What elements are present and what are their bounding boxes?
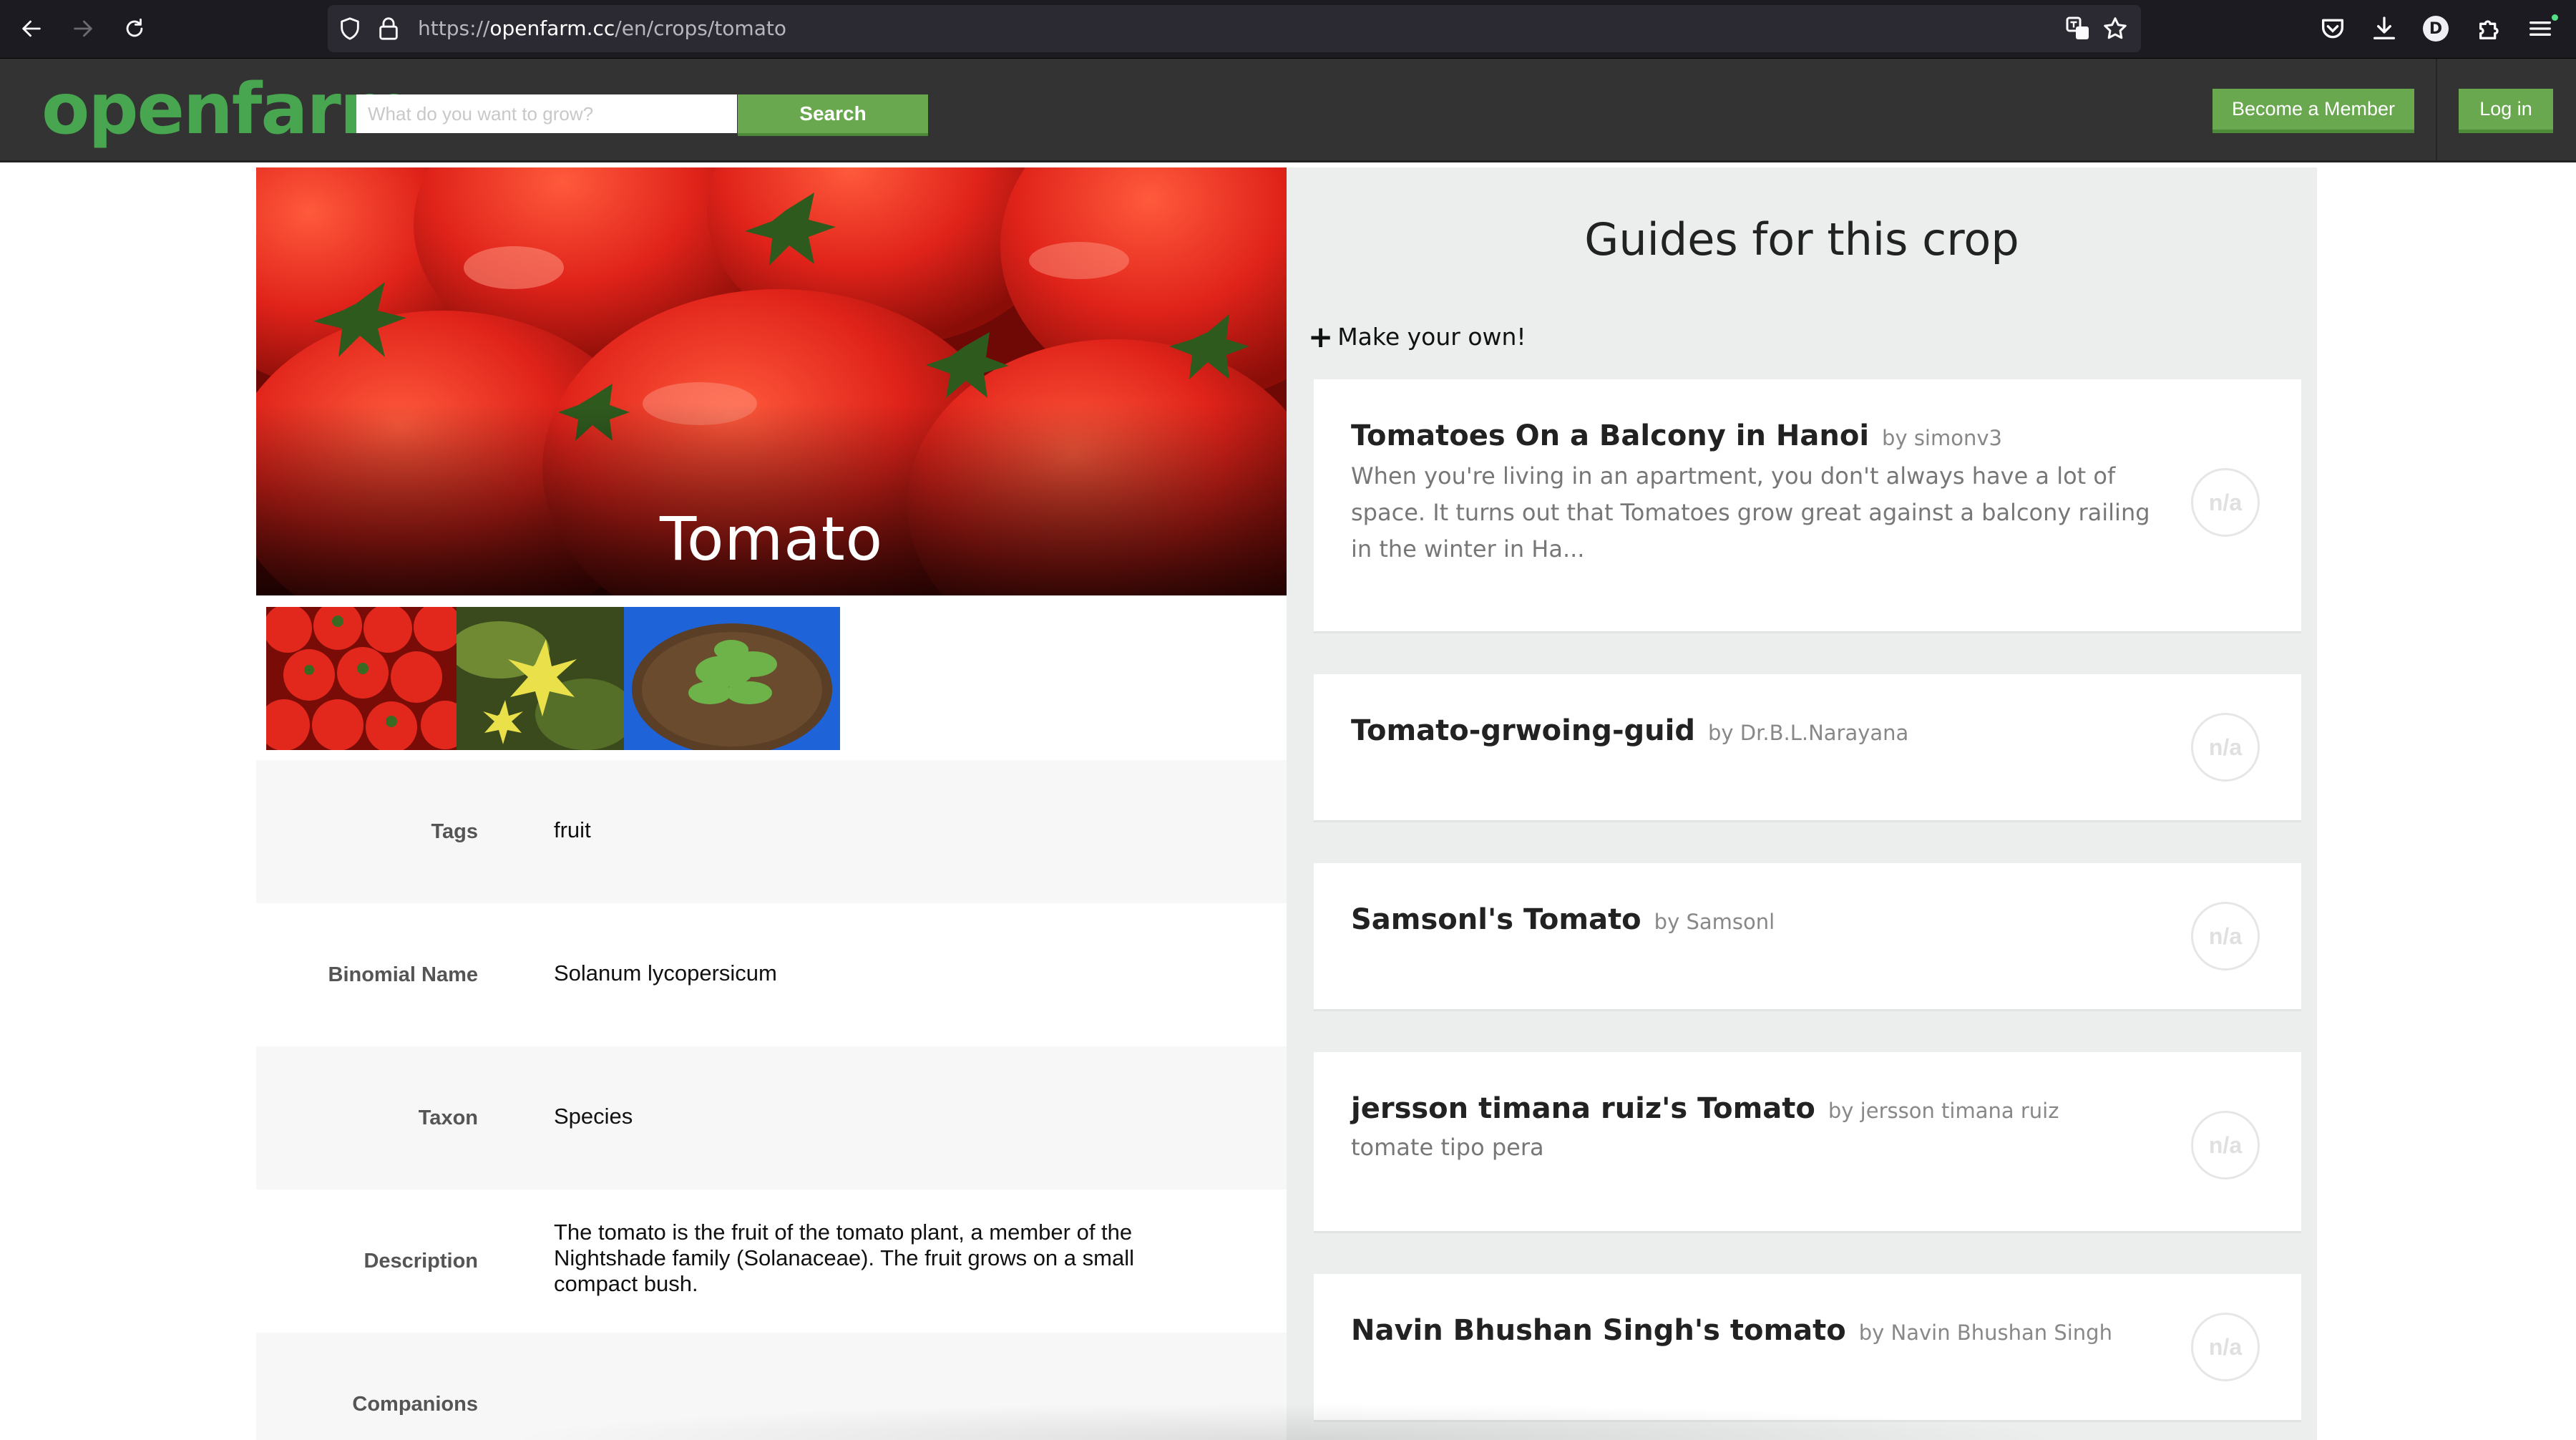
guide-author: by Samsonl bbox=[1654, 910, 1775, 934]
guide-score-badge: n/a bbox=[2191, 1111, 2260, 1179]
app-menu-button[interactable] bbox=[2526, 14, 2555, 43]
browser-toolbar: https://openfarm.cc/en/crops/tomato D bbox=[0, 0, 2576, 59]
guide-card[interactable]: Navin Bhushan Singh's tomato by Navin Bhu… bbox=[1314, 1274, 2301, 1422]
taxon-label: Taxon bbox=[418, 1106, 478, 1129]
tomatoes-thumbnail-photo bbox=[266, 607, 457, 750]
update-indicator bbox=[2552, 14, 2558, 21]
back-button[interactable] bbox=[16, 13, 47, 44]
guide-title-row[interactable]: Navin Bhushan Singh's tomato by Navin Bhu… bbox=[1351, 1314, 2112, 1347]
search-button[interactable]: Search bbox=[738, 94, 928, 136]
url-path: /en/crops/tomato bbox=[615, 16, 786, 40]
guide-title[interactable]: jersson timana ruiz's Tomato bbox=[1351, 1092, 1815, 1125]
description-value: The tomato is the fruit of the tomato pl… bbox=[554, 1220, 1134, 1296]
crop-hero-image: Tomato bbox=[256, 167, 1287, 595]
guide-card[interactable]: Tomato-grwoing-guid by Dr.B.L.Narayana n/… bbox=[1314, 674, 2301, 822]
reload-button[interactable] bbox=[119, 13, 150, 44]
downloads-button[interactable] bbox=[2370, 14, 2399, 43]
description-label: Description bbox=[364, 1250, 478, 1273]
guide-author: by Navin Bhushan Singh bbox=[1858, 1320, 2112, 1345]
header-divider bbox=[2436, 59, 2437, 160]
guide-card[interactable]: Tomatoes On a Balcony in Hanoi by simonv3… bbox=[1314, 379, 2301, 633]
guide-score-badge: n/a bbox=[2191, 468, 2260, 537]
guide-title-row[interactable]: Tomatoes On a Balcony in Hanoi by simonv3 bbox=[1351, 419, 2002, 452]
guide-title[interactable]: Tomato-grwoing-guid bbox=[1351, 714, 1695, 747]
guide-title-row[interactable]: Tomato-grwoing-guid by Dr.B.L.Narayana bbox=[1351, 714, 1908, 747]
description-row: Description The tomato is the fruit of t… bbox=[256, 1190, 1287, 1333]
lock-icon[interactable] bbox=[378, 16, 399, 41]
tags-row: Tags fruit bbox=[256, 760, 1287, 903]
thumbnail-seedling[interactable] bbox=[624, 607, 840, 750]
plus-icon: + bbox=[1308, 319, 1334, 354]
crop-name-title: Tomato bbox=[659, 504, 884, 574]
guides-panel: Guides for this crop + Make your own! Tom… bbox=[1287, 167, 2317, 1440]
guide-card[interactable]: jersson timana ruiz's Tomato by jersson t… bbox=[1314, 1052, 2301, 1233]
guide-author: by jersson timana ruiz bbox=[1828, 1099, 2059, 1123]
reload-icon bbox=[126, 18, 143, 37]
guide-title[interactable]: Navin Bhushan Singh's tomato bbox=[1351, 1314, 1846, 1347]
binomial-name-row: Binomial Name Solanum lycopersicum bbox=[256, 903, 1287, 1046]
back-arrow-icon bbox=[22, 20, 41, 37]
guide-score-badge: n/a bbox=[2191, 713, 2260, 782]
binomial-name-label: Binomial Name bbox=[328, 963, 479, 986]
url-scheme: https:// bbox=[418, 16, 490, 40]
site-header: openfarm Search Become a Member Log in bbox=[0, 59, 2576, 162]
tags-value[interactable]: fruit bbox=[554, 817, 1198, 843]
binomial-name-value: Solanum lycopersicum bbox=[554, 960, 777, 986]
thumbnail-flowers[interactable] bbox=[457, 607, 624, 750]
account-initial: D bbox=[2429, 19, 2443, 38]
guide-author: by Dr.B.L.Narayana bbox=[1708, 721, 1909, 745]
bookmark-star-icon[interactable] bbox=[2102, 16, 2128, 42]
shield-icon[interactable] bbox=[338, 16, 362, 41]
companions-label: Companions bbox=[352, 1393, 478, 1416]
guide-title[interactable]: Samsonl's Tomato bbox=[1351, 903, 1641, 936]
extensions-button[interactable] bbox=[2476, 14, 2504, 43]
puzzle-icon bbox=[2479, 20, 2499, 39]
pocket-button[interactable] bbox=[2318, 14, 2347, 43]
forward-button[interactable] bbox=[67, 13, 99, 44]
become-member-button[interactable]: Become a Member bbox=[2212, 89, 2414, 133]
guides-heading: Guides for this crop bbox=[1584, 213, 2019, 266]
guide-card[interactable]: Samsonl's Tomato by Samsonl n/a bbox=[1314, 863, 2301, 1011]
download-icon bbox=[2373, 16, 2395, 39]
forward-arrow-icon bbox=[74, 20, 92, 37]
tags-label: Tags bbox=[431, 820, 478, 843]
address-bar[interactable]: https://openfarm.cc/en/crops/tomato bbox=[328, 5, 2141, 52]
guide-title[interactable]: Tomatoes On a Balcony in Hanoi bbox=[1351, 419, 1869, 452]
guide-description: tomate tipo pera bbox=[1351, 1134, 1544, 1161]
companions-row: Companions bbox=[256, 1333, 1287, 1440]
taxon-row: Taxon Species bbox=[256, 1046, 1287, 1190]
taxon-value: Species bbox=[554, 1104, 633, 1129]
tomato-flowers-thumbnail-photo bbox=[457, 607, 624, 750]
account-avatar[interactable]: D bbox=[2423, 16, 2449, 42]
pocket-icon bbox=[2322, 19, 2343, 39]
guide-description: When you're living in an apartment, you … bbox=[1351, 462, 2150, 563]
search-input[interactable] bbox=[356, 94, 737, 133]
hamburger-icon bbox=[2529, 21, 2551, 36]
guide-title-row[interactable]: jersson timana ruiz's Tomato by jersson t… bbox=[1351, 1092, 2059, 1125]
make-your-own-link[interactable]: + Make your own! bbox=[1308, 319, 1526, 354]
guide-score-badge: n/a bbox=[2191, 902, 2260, 970]
translate-icon[interactable] bbox=[2065, 16, 2091, 42]
tomato-seedling-thumbnail-photo bbox=[624, 607, 840, 750]
url-host: openfarm.cc bbox=[489, 16, 615, 40]
make-your-own-label: Make your own! bbox=[1337, 323, 1526, 351]
guide-score-badge: n/a bbox=[2191, 1313, 2260, 1381]
guide-author: by simonv3 bbox=[1882, 426, 2002, 450]
thumbnail-tomatoes[interactable] bbox=[266, 607, 457, 750]
guide-title-row[interactable]: Samsonl's Tomato by Samsonl bbox=[1351, 903, 1775, 936]
url-text[interactable]: https://openfarm.cc/en/crops/tomato bbox=[418, 17, 786, 40]
login-button[interactable]: Log in bbox=[2459, 89, 2553, 133]
